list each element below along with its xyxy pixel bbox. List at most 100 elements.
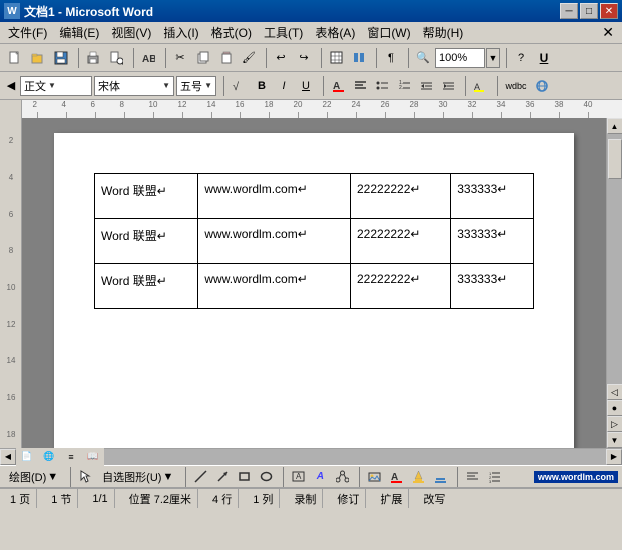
word-count-button[interactable]: wdbc bbox=[502, 76, 530, 96]
clipart-button[interactable] bbox=[364, 467, 384, 487]
paste-button[interactable] bbox=[215, 47, 237, 69]
scroll-up-button[interactable]: ▲ bbox=[607, 118, 622, 134]
font-color-draw-button[interactable]: A bbox=[386, 467, 406, 487]
reading-view-button[interactable]: 📖 bbox=[82, 446, 104, 468]
insert-table-button[interactable] bbox=[325, 47, 347, 69]
cut-button[interactable]: ✂ bbox=[169, 47, 191, 69]
menu-help[interactable]: 帮助(H) bbox=[417, 22, 470, 43]
web-button[interactable] bbox=[532, 76, 552, 96]
scroll-left-button[interactable]: ◀ bbox=[0, 449, 16, 465]
print-button[interactable] bbox=[82, 47, 104, 69]
style-box[interactable]: 正文 ▼ bbox=[20, 76, 92, 96]
maximize-button[interactable]: □ bbox=[580, 3, 598, 19]
menu-edit[interactable]: 编辑(E) bbox=[53, 22, 105, 43]
document-table: Word 联盟↵ www.wordlm.com↵ 22222222↵ 33333… bbox=[94, 173, 534, 309]
open-button[interactable] bbox=[27, 47, 49, 69]
table-cell[interactable]: Word 联盟↵ bbox=[95, 174, 198, 219]
numbered-list-button[interactable]: 1.2. bbox=[394, 76, 414, 96]
table-cell[interactable]: www.wordlm.com↵ bbox=[198, 264, 351, 309]
table-cell[interactable]: Word 联盟↵ bbox=[95, 264, 198, 309]
font-box[interactable]: 宋体 ▼ bbox=[94, 76, 174, 96]
redo-button[interactable]: ↪ bbox=[293, 47, 315, 69]
scroll-right-button[interactable]: ▶ bbox=[606, 449, 622, 465]
web-view-button[interactable]: 🌐 bbox=[38, 446, 60, 468]
scroll-down-button[interactable]: ▼ bbox=[607, 432, 622, 448]
menu-format[interactable]: 格式(O) bbox=[205, 22, 258, 43]
menu-window[interactable]: 窗口(W) bbox=[361, 22, 416, 43]
status-mod: 修订 bbox=[331, 489, 366, 508]
scroll-track[interactable] bbox=[607, 134, 622, 384]
align-button[interactable] bbox=[350, 76, 370, 96]
arrow-tool-button[interactable] bbox=[212, 467, 232, 487]
underline-button-tb[interactable]: U bbox=[533, 47, 555, 69]
highlight-button[interactable]: A bbox=[470, 76, 490, 96]
toolbar-sep-4 bbox=[263, 48, 267, 68]
table-cell[interactable]: 333333↵ bbox=[451, 219, 534, 264]
fill-color-button[interactable] bbox=[408, 467, 428, 487]
zoom-out-button[interactable]: 🔍 bbox=[412, 47, 434, 69]
copy-button[interactable] bbox=[192, 47, 214, 69]
undo-button[interactable]: ↩ bbox=[270, 47, 292, 69]
table-cell[interactable]: 22222222↵ bbox=[351, 174, 451, 219]
zoom-dropdown-button[interactable]: ▼ bbox=[486, 48, 500, 68]
minimize-button[interactable]: ─ bbox=[560, 3, 578, 19]
align-draw-button[interactable] bbox=[462, 467, 482, 487]
table-cell[interactable]: 333333↵ bbox=[451, 174, 534, 219]
window-controls: ─ □ ✕ bbox=[560, 3, 618, 19]
bold-button[interactable]: B bbox=[252, 76, 272, 96]
menu-insert[interactable]: 插入(I) bbox=[157, 22, 204, 43]
scroll-prev-page-button[interactable]: ◁ bbox=[607, 384, 622, 400]
scroll-next-page-button[interactable]: ▷ bbox=[607, 416, 622, 432]
textbox-button[interactable]: A bbox=[288, 467, 308, 487]
columns-button[interactable] bbox=[348, 47, 370, 69]
menu-view[interactable]: 视图(V) bbox=[105, 22, 157, 43]
decrease-indent-button[interactable] bbox=[416, 76, 436, 96]
spell-check-button[interactable]: ABC bbox=[137, 47, 159, 69]
menu-table[interactable]: 表格(A) bbox=[309, 22, 361, 43]
save-button[interactable] bbox=[50, 47, 72, 69]
increase-indent-button[interactable] bbox=[438, 76, 458, 96]
format-painter-button[interactable]: 🖌 bbox=[238, 47, 260, 69]
close-button[interactable]: ✕ bbox=[600, 3, 618, 19]
select-objects-button[interactable] bbox=[75, 467, 95, 487]
table-cell[interactable]: Word 联盟↵ bbox=[95, 219, 198, 264]
italic-button[interactable]: I bbox=[274, 76, 294, 96]
wordart-button[interactable]: A bbox=[310, 467, 330, 487]
status-page: 1 页 bbox=[4, 489, 37, 508]
menu-tools[interactable]: 工具(T) bbox=[258, 22, 309, 43]
oval-tool-button[interactable] bbox=[256, 467, 276, 487]
scroll-thumb[interactable] bbox=[608, 139, 622, 179]
new-button[interactable] bbox=[4, 47, 26, 69]
editing-area: 24681012141618 Word 联盟↵ www.wordlm.com↵ … bbox=[0, 118, 622, 448]
table-cell[interactable]: 22222222↵ bbox=[351, 264, 451, 309]
underline-button[interactable]: U bbox=[296, 76, 316, 96]
preview-button[interactable] bbox=[105, 47, 127, 69]
style-picker-left[interactable]: ◀ bbox=[4, 75, 18, 97]
line-tool-button[interactable] bbox=[190, 467, 210, 487]
bullets-button[interactable] bbox=[372, 76, 392, 96]
normal-view-button[interactable]: 📄 bbox=[16, 446, 38, 468]
table-cell[interactable]: www.wordlm.com↵ bbox=[198, 174, 351, 219]
size-box[interactable]: 五号 ▼ bbox=[176, 76, 216, 96]
doc-close-button[interactable]: ✕ bbox=[596, 24, 620, 41]
document-scroll-area[interactable]: Word 联盟↵ www.wordlm.com↵ 22222222↵ 33333… bbox=[22, 118, 606, 448]
table-cell[interactable]: 22222222↵ bbox=[351, 219, 451, 264]
svg-text:√: √ bbox=[233, 81, 240, 93]
outline-view-button[interactable]: ≡ bbox=[60, 446, 82, 468]
help-question-button[interactable]: ? bbox=[510, 47, 532, 69]
window-title: 文档1 - Microsoft Word bbox=[24, 3, 153, 20]
table-cell[interactable]: 333333↵ bbox=[451, 264, 534, 309]
scroll-select-browse-button[interactable]: ● bbox=[607, 400, 622, 416]
table-cell[interactable]: www.wordlm.com↵ bbox=[198, 219, 351, 264]
autoshape-menu-button[interactable]: 自选图形(U) ▼ bbox=[97, 467, 178, 487]
show-all-button[interactable]: ¶ bbox=[380, 47, 402, 69]
numbering-draw-button[interactable]: 123 bbox=[484, 467, 504, 487]
font-color-button[interactable]: A bbox=[328, 76, 348, 96]
rectangle-tool-button[interactable] bbox=[234, 467, 254, 487]
h-scroll-track[interactable] bbox=[104, 449, 606, 465]
diagram-button[interactable] bbox=[332, 467, 352, 487]
menu-file[interactable]: 文件(F) bbox=[2, 22, 53, 43]
draw-menu-button[interactable]: 绘图(D) ▼ bbox=[4, 467, 63, 487]
insert-formula-button[interactable]: √ bbox=[228, 75, 250, 97]
line-color-button[interactable] bbox=[430, 467, 450, 487]
